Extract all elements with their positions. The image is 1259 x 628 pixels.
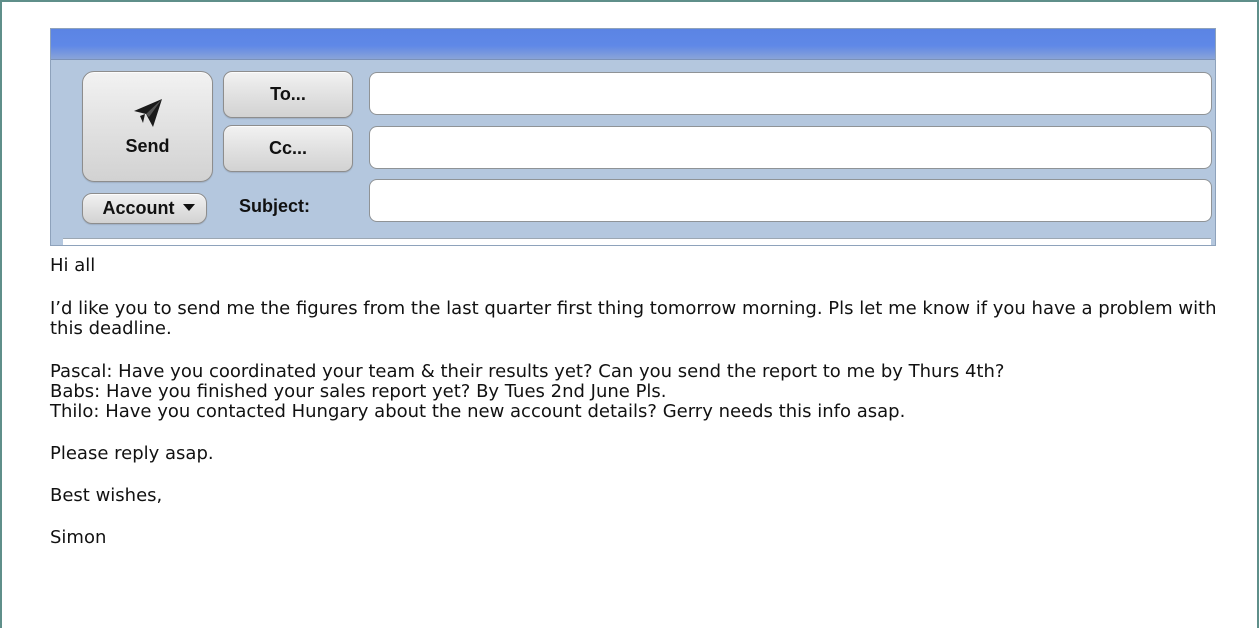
chevron-down-icon [183, 204, 195, 211]
closing-line-signature: Simon [50, 527, 107, 548]
cc-button[interactable]: Cc... [223, 125, 353, 172]
account-label: Account [102, 198, 175, 218]
to-button[interactable]: To... [223, 71, 353, 118]
send-button-label: Send [125, 136, 170, 156]
request-line-pascal: Pascal: Have you coordinated your team &… [50, 361, 1005, 382]
message-paragraph: I’d like you to send me the figures from… [50, 298, 1217, 339]
email-window: Send To... Cc... Account Subject: Hi all… [0, 0, 1259, 628]
window-title-bar [51, 29, 1215, 60]
request-line-babs: Babs: Have you finished your sales repor… [50, 381, 667, 402]
subject-label: Subject: [239, 196, 311, 216]
message-header-panel: Send To... Cc... Account Subject: [50, 28, 1216, 246]
message-body[interactable]: Hi all I’d like you to send me the figur… [50, 256, 1240, 548]
paper-plane-icon [133, 99, 162, 127]
to-field[interactable] [369, 72, 1212, 115]
subject-field[interactable] [369, 179, 1212, 222]
send-button[interactable]: Send [82, 71, 213, 182]
closing-line-reply: Please reply asap. [50, 443, 214, 464]
request-line-thilo: Thilo: Have you contacted Hungary about … [50, 401, 906, 422]
cc-field[interactable] [369, 126, 1212, 169]
greeting-line: Hi all [50, 255, 96, 276]
message-body-top-edge [63, 238, 1211, 245]
closing-line-best-wishes: Best wishes, [50, 485, 163, 506]
account-dropdown-button[interactable]: Account [82, 193, 207, 224]
